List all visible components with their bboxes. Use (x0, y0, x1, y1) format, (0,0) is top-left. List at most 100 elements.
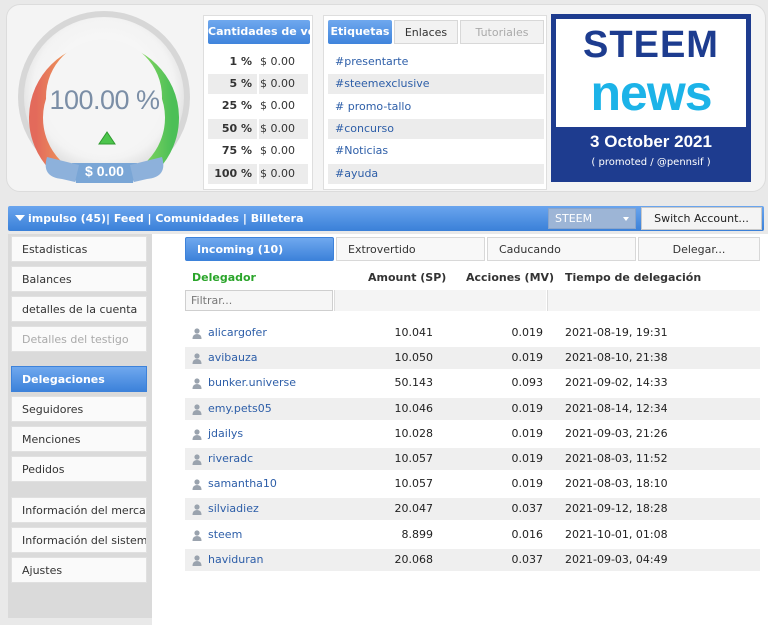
amount-cell: 10.050 (394, 351, 434, 364)
time-cell: 2021-09-12, 18:28 (565, 502, 668, 515)
table-row: silviadiez 20.047 0.037 2021-09-12, 18:28 (185, 498, 760, 520)
delegator-link[interactable]: bunker.universe (208, 372, 296, 394)
amount-cell: 8.899 (401, 528, 434, 541)
voting-dollar-value: $ 0.00 (85, 163, 124, 179)
steem-news-banner[interactable]: STEEM news 3 October 2021 ( promoted / @… (551, 14, 751, 182)
sidebar-item-balances[interactable]: Balances (11, 266, 147, 292)
table-row: steem 8.899 0.016 2021-10-01, 01:08 (185, 524, 760, 546)
delegations-panel: Incoming (10) Extrovertido Caducando Del… (152, 234, 768, 625)
vote-amount: $ 0.00 (260, 77, 295, 90)
user-icon (192, 429, 202, 440)
delegator-link[interactable]: steem (208, 524, 242, 546)
user-icon (192, 504, 202, 515)
tag-link[interactable]: #presentarte (328, 52, 544, 72)
table-row: samantha10 10.057 0.019 2021-08-03, 18:10 (185, 473, 760, 495)
chain-select[interactable]: STEEM (548, 208, 636, 229)
vote-row: 5 % $ 0.00 (208, 74, 308, 94)
voting-power-gauge: 100.00 % $ 0.00 (17, 7, 192, 185)
delegator-link[interactable]: alicargofer (208, 322, 267, 344)
header-actions[interactable]: Acciones (MV) (466, 271, 554, 284)
sidebar-item-seguidores[interactable]: Seguidores (11, 396, 147, 422)
delegator-link[interactable]: emy.pets05 (208, 398, 272, 420)
delegator-link[interactable]: jdailys (208, 423, 243, 445)
vote-pct: 100 % (214, 167, 252, 180)
chevron-down-icon[interactable] (15, 215, 25, 221)
amount-cell: 10.028 (394, 427, 434, 440)
tab-vote-amounts[interactable]: Cantidades de voto (208, 20, 310, 44)
delegate-button[interactable]: Delegar... (638, 237, 760, 261)
table-row: jdailys 10.028 0.019 2021-09-03, 21:26 (185, 423, 760, 445)
tab-etiquetas[interactable]: Etiquetas (328, 20, 392, 44)
voting-power-value: 100.00 % (49, 85, 160, 115)
time-cell: 2021-08-14, 12:34 (565, 402, 668, 415)
tab-expiring[interactable]: Caducando (487, 237, 636, 261)
tag-link[interactable]: #steemexclusive (328, 74, 544, 94)
delegator-link[interactable]: avibauza (208, 347, 258, 369)
news-logo: STEEM news (556, 19, 746, 127)
header-amount[interactable]: Amount (SP) (368, 271, 446, 284)
sidebar-item-witness-details[interactable]: Detalles del testigo (11, 326, 147, 352)
user-icon (192, 378, 202, 389)
news-logo-news: news (590, 65, 712, 121)
delegator-link[interactable]: silviadiez (208, 498, 259, 520)
table-row: alicargofer 10.041 0.019 2021-08-19, 19:31 (185, 322, 760, 344)
tab-outgoing[interactable]: Extrovertido (336, 237, 485, 261)
up-arrow-icon[interactable] (97, 129, 117, 149)
time-cell: 2021-09-03, 21:26 (565, 427, 668, 440)
actions-cell: 0.037 (511, 502, 544, 515)
tag-link[interactable]: #concurso (328, 119, 544, 139)
tab-tutoriales[interactable]: Tutoriales (460, 20, 544, 44)
time-cell: 2021-09-02, 14:33 (565, 376, 668, 389)
user-icon (192, 530, 202, 541)
tab-enlaces[interactable]: Enlaces (394, 20, 458, 44)
actions-cell: 0.019 (511, 351, 544, 364)
vote-row: 75 % $ 0.00 (208, 141, 308, 161)
vote-amount: $ 0.00 (260, 122, 295, 135)
time-cell: 2021-08-03, 18:10 (565, 477, 668, 490)
tag-link[interactable]: # promo-tallo (328, 97, 544, 117)
news-date: 3 October 2021 (590, 132, 712, 151)
time-cell: 2021-10-01, 01:08 (565, 528, 668, 541)
sidebar-item-estadisticas[interactable]: Estadisticas (11, 236, 147, 262)
sidebar-item-system-info[interactable]: Información del sistema (11, 527, 147, 553)
table-row: emy.pets05 10.046 0.019 2021-08-14, 12:34 (185, 398, 760, 420)
header-delegator[interactable]: Delegador (192, 271, 256, 284)
time-cell: 2021-08-10, 21:38 (565, 351, 668, 364)
sidebar-item-menciones[interactable]: Menciones (11, 426, 147, 452)
dropdown-arrow-icon (623, 217, 629, 221)
table-row: haviduran 20.068 0.037 2021-09-03, 04:49 (185, 549, 760, 571)
account-nav-links[interactable]: impulso (45)| Feed | Comunidades | Bille… (28, 206, 304, 231)
table-row: avibauza 10.050 0.019 2021-08-10, 21:38 (185, 347, 760, 369)
sidebar-item-pedidos[interactable]: Pedidos (11, 456, 147, 482)
delegator-link[interactable]: samantha10 (208, 473, 277, 495)
vote-pct: 50 % (221, 122, 252, 135)
header-time[interactable]: Tiempo de delegación (565, 271, 701, 284)
filter-cell (547, 290, 760, 311)
tag-link[interactable]: #ayuda (328, 164, 544, 184)
vote-row: 25 % $ 0.00 (208, 96, 308, 116)
amount-cell: 20.047 (394, 502, 434, 515)
switch-account-button[interactable]: Switch Account... (641, 207, 762, 230)
sidebar-item-market-info[interactable]: Información del mercado (11, 497, 147, 523)
delegator-link[interactable]: haviduran (208, 549, 263, 571)
news-logo-steem: STEEM (583, 24, 719, 66)
time-cell: 2021-09-03, 04:49 (565, 553, 668, 566)
vote-amounts-box: Cantidades de voto 1 % $ 0.00 5 % $ 0.00… (203, 15, 313, 190)
amount-cell: 10.057 (394, 452, 434, 465)
sidebar-item-ajustes[interactable]: Ajustes (11, 557, 147, 583)
delegator-link[interactable]: riveradc (208, 448, 253, 470)
sidebar-item-delegaciones[interactable]: Delegaciones (11, 366, 147, 392)
vote-row: 100 % $ 0.00 (208, 164, 308, 184)
sidebar-item-account-details[interactable]: detalles de la cuenta (11, 296, 147, 322)
vote-pct: 5 % (229, 77, 252, 90)
user-icon (192, 479, 202, 490)
divider (257, 141, 259, 161)
vote-pct: 1 % (229, 55, 252, 68)
actions-cell: 0.019 (511, 427, 544, 440)
vote-amount: $ 0.00 (260, 144, 295, 157)
filter-input[interactable]: Filtrar... (185, 290, 333, 311)
actions-cell: 0.019 (511, 477, 544, 490)
tag-link[interactable]: #Noticias (328, 141, 544, 161)
table-row: riveradc 10.057 0.019 2021-08-03, 11:52 (185, 448, 760, 470)
tab-incoming[interactable]: Incoming (10) (185, 237, 334, 261)
